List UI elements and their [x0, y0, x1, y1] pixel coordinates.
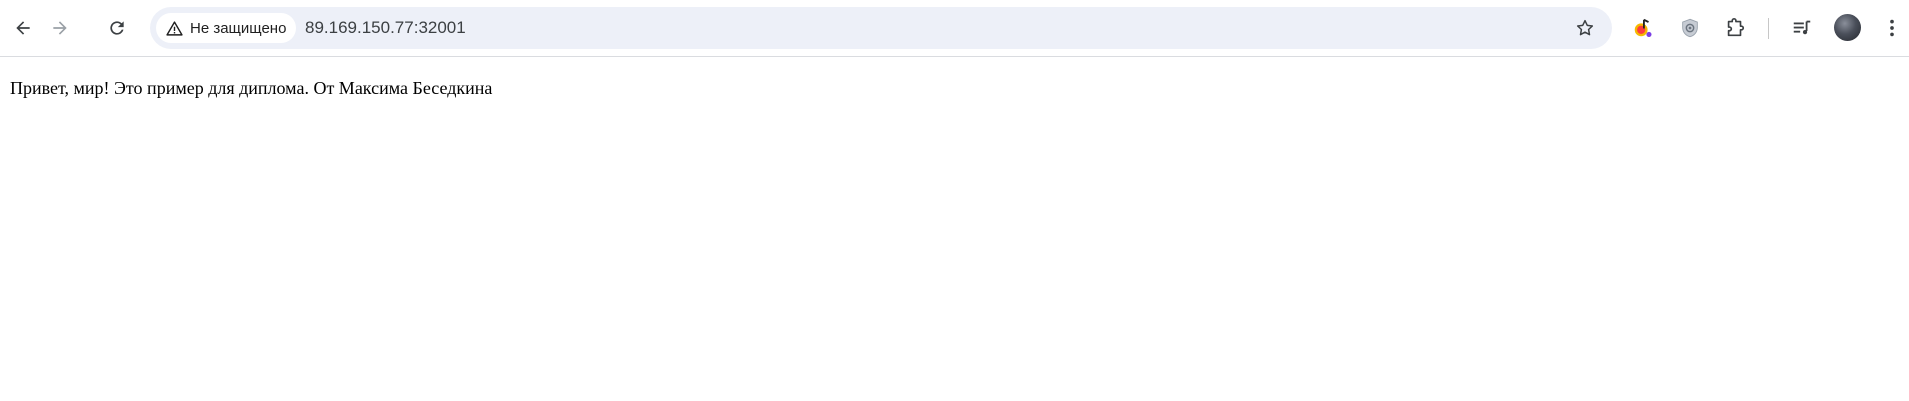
- shield-extension-button[interactable]: [1674, 12, 1706, 44]
- arrow-right-icon: [53, 21, 67, 35]
- toolbar-divider: [1768, 18, 1769, 39]
- page-text: Привет, мир! Это пример для диплома. От …: [10, 78, 493, 98]
- music-extension-icon: [1634, 18, 1652, 37]
- bookmark-button[interactable]: [1570, 13, 1600, 43]
- security-chip[interactable]: Не защищено: [156, 13, 297, 43]
- media-queue-icon: [1793, 20, 1811, 35]
- media-controls-button[interactable]: [1786, 12, 1818, 44]
- kebab-menu-icon: [1890, 19, 1894, 37]
- back-button[interactable]: [5, 10, 41, 46]
- menu-button[interactable]: [1876, 12, 1908, 44]
- avatar[interactable]: [1834, 14, 1861, 41]
- security-label: Не защищено: [190, 19, 287, 37]
- shield-extension-icon: [1682, 18, 1698, 38]
- music-extension-button[interactable]: [1627, 12, 1659, 44]
- forward-button[interactable]: [42, 10, 78, 46]
- browser-toolbar: Не защищено 89.169.150.77:32001: [0, 0, 1909, 57]
- star-icon: [1576, 19, 1594, 36]
- reload-button[interactable]: [99, 10, 135, 46]
- url-text[interactable]: 89.169.150.77:32001: [305, 7, 466, 49]
- arrow-left-icon: [16, 21, 30, 35]
- address-bar[interactable]: Не защищено 89.169.150.77:32001: [150, 7, 1612, 49]
- puzzle-icon: [1727, 18, 1745, 37]
- warning-triangle-icon: [166, 20, 183, 36]
- reload-icon: [110, 21, 124, 35]
- extensions-button[interactable]: [1719, 12, 1751, 44]
